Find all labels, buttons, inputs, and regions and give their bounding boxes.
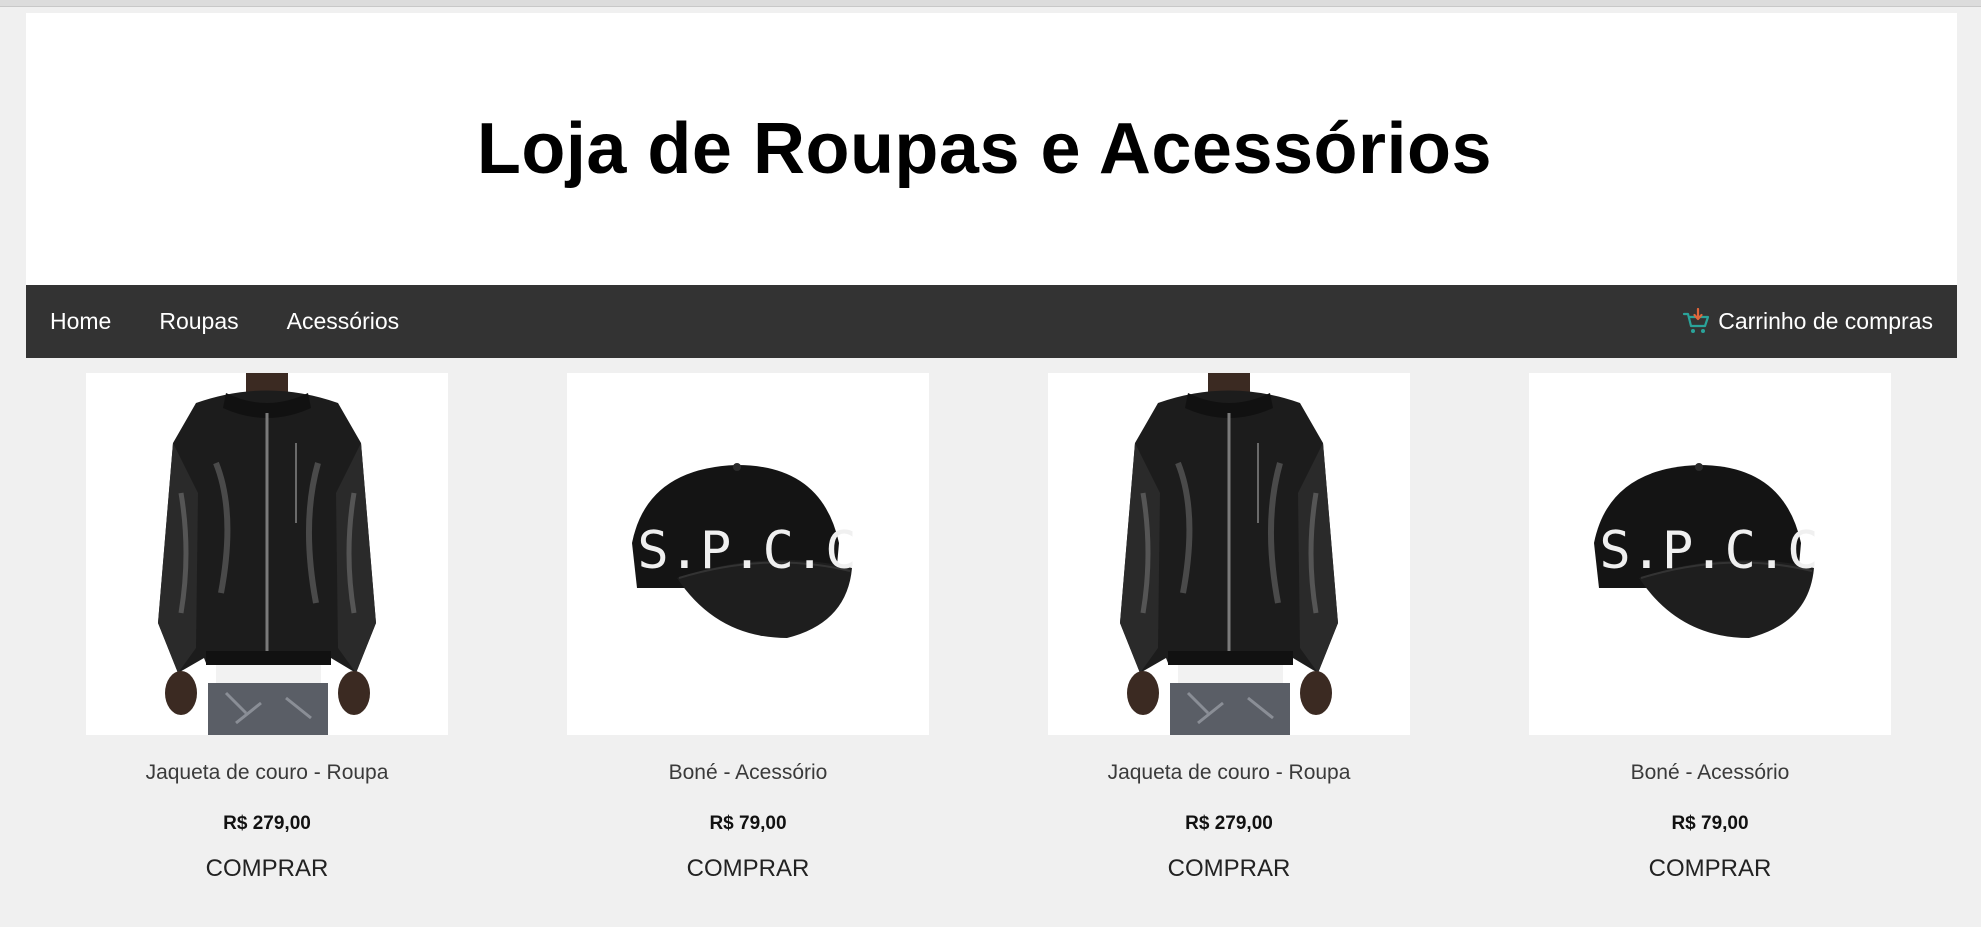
buy-button[interactable]: COMPRAR	[206, 855, 329, 883]
nav-acessorios-link[interactable]: Acessórios	[287, 308, 399, 335]
product-name: Jaqueta de couro - Roupa	[145, 761, 389, 784]
page-title: Loja de Roupas e Acessórios	[476, 109, 1493, 189]
page-container: Loja de Roupas e Acessórios Home Roupas …	[26, 13, 1957, 918]
shopping-cart-icon	[1682, 307, 1710, 336]
product-image-jacket[interactable]	[86, 373, 448, 735]
nav-home-link[interactable]: Home	[50, 308, 111, 335]
cap-print-text: S.P.C.C	[1599, 521, 1818, 581]
nav-roupas-link[interactable]: Roupas	[159, 308, 238, 335]
buy-button[interactable]: COMPRAR	[687, 855, 810, 883]
cart-label: Carrinho de compras	[1718, 308, 1933, 334]
product-name: Jaqueta de couro - Roupa	[1107, 761, 1351, 784]
product-image-jacket[interactable]	[1048, 373, 1410, 735]
product-card: S.P.C.C Boné - Acessório R$ 79,00 COMPRA…	[1529, 373, 1891, 883]
product-name: Boné - Acessório	[668, 761, 828, 784]
cap-print-text: S.P.C.C	[637, 521, 856, 581]
product-price: R$ 79,00	[1671, 813, 1749, 834]
product-card: S.P.C.C Boné - Acessório R$ 79,00 COMPRA…	[567, 373, 929, 883]
buy-button[interactable]: COMPRAR	[1649, 855, 1772, 883]
product-price: R$ 79,00	[709, 813, 787, 834]
cart-link[interactable]: Carrinho de compras	[1682, 307, 1957, 336]
product-price: R$ 279,00	[223, 813, 311, 834]
product-image-cap[interactable]: S.P.C.C	[567, 373, 929, 735]
product-card: Jaqueta de couro - Roupa R$ 279,00 COMPR…	[86, 373, 448, 883]
nav-links: Home Roupas Acessórios	[26, 308, 447, 335]
buy-button[interactable]: COMPRAR	[1168, 855, 1291, 883]
product-price: R$ 279,00	[1185, 813, 1273, 834]
product-card: Jaqueta de couro - Roupa R$ 279,00 COMPR…	[1048, 373, 1410, 883]
browser-top-edge	[0, 0, 1981, 7]
main-navbar: Home Roupas Acessórios Carrinho de compr…	[26, 285, 1957, 358]
product-grid: Jaqueta de couro - Roupa R$ 279,00 COMPR…	[26, 358, 1957, 918]
product-name: Boné - Acessório	[1630, 761, 1790, 784]
product-image-cap[interactable]: S.P.C.C	[1529, 373, 1891, 735]
header-banner: Loja de Roupas e Acessórios	[26, 13, 1957, 285]
